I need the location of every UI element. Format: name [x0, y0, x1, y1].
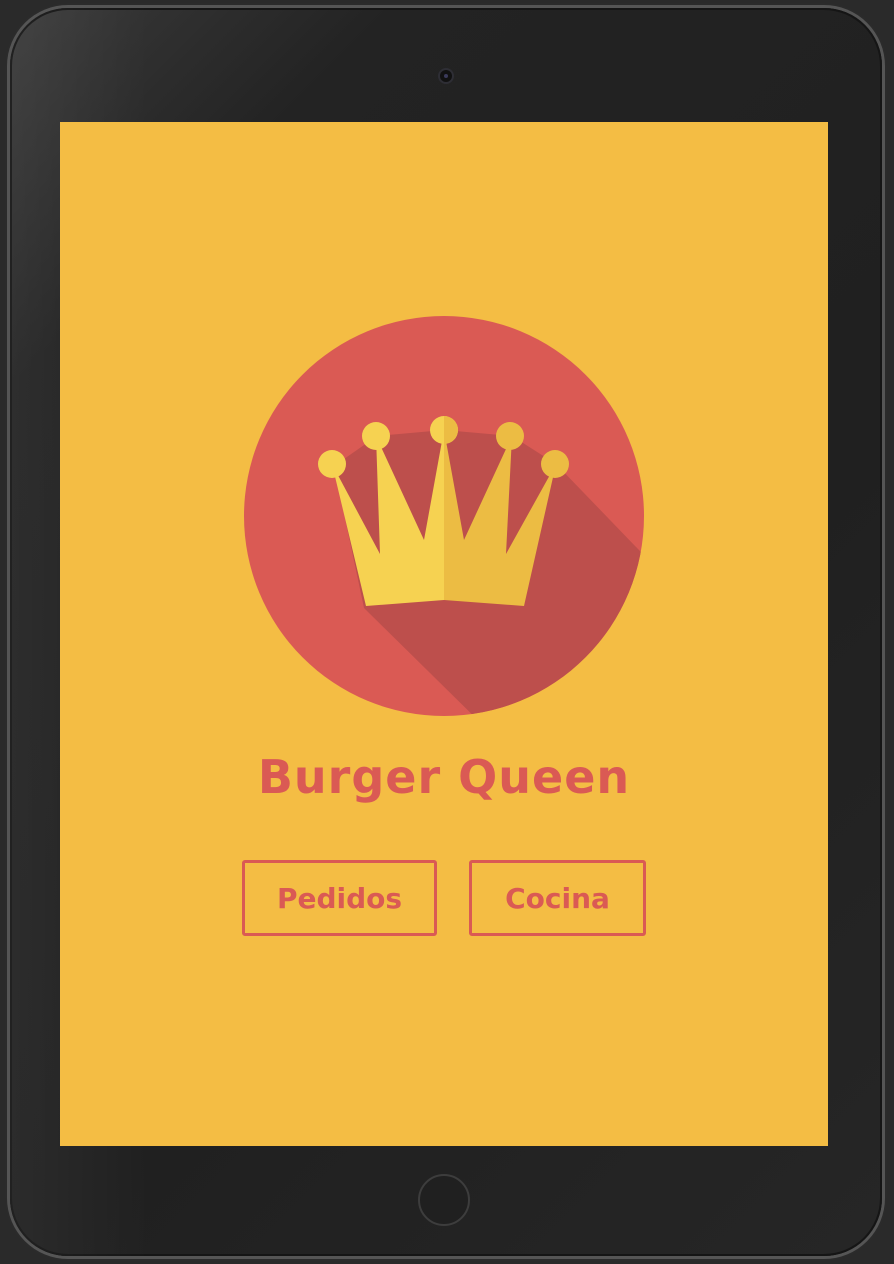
- crown-logo-icon: [244, 316, 644, 716]
- cocina-button[interactable]: Cocina: [469, 860, 646, 936]
- crown-jewel: [318, 450, 346, 478]
- crown-jewel: [541, 450, 569, 478]
- crown-jewel: [496, 422, 524, 450]
- crown-jewel: [362, 422, 390, 450]
- app-title: Burger Queen: [257, 750, 631, 804]
- camera-icon: [440, 70, 452, 82]
- home-button[interactable]: [418, 1174, 470, 1226]
- app-screen: Burger Queen Pedidos Cocina: [60, 122, 828, 1146]
- pedidos-button[interactable]: Pedidos: [242, 860, 437, 936]
